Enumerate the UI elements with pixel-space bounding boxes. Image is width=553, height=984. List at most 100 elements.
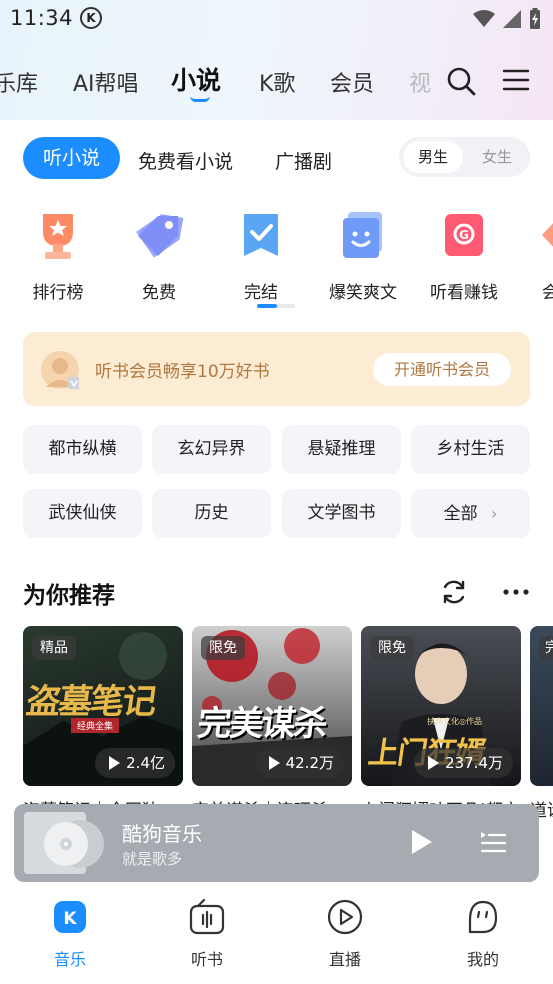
menu-icon[interactable]	[502, 68, 530, 92]
genre-chip[interactable]: 悬疑推理	[282, 425, 401, 474]
tab-karaoke[interactable]: K歌	[259, 66, 295, 98]
cover-title: 盗墓笔记	[23, 682, 158, 722]
category-free[interactable]: 免费	[109, 210, 209, 303]
sub-tab-radio-drama[interactable]: 广播剧	[275, 147, 332, 174]
category-label: 免费	[142, 283, 176, 303]
svg-text:K: K	[63, 909, 77, 929]
genre-chip[interactable]: 文学图书	[282, 489, 401, 538]
battery-icon	[530, 8, 540, 29]
bottom-nav-profile[interactable]: 我的	[443, 898, 523, 970]
tag-icon	[136, 214, 184, 258]
book-badge: 精品	[32, 636, 76, 660]
category-ranking[interactable]: 排行榜	[8, 210, 108, 303]
signal-icon	[503, 10, 521, 28]
gender-toggle[interactable]: 男生 女生	[399, 137, 530, 177]
book-badge: 限免	[201, 636, 245, 660]
tab-video[interactable]: 视	[409, 66, 431, 98]
active-tab-indicator	[190, 96, 210, 102]
search-icon[interactable]	[446, 66, 476, 96]
book-card[interactable]: 完美谋杀 限免 42.2万	[192, 626, 352, 786]
open-membership-button[interactable]: 开通听书会员	[373, 353, 511, 386]
category-label: 完结	[244, 283, 278, 303]
disc-icon	[44, 820, 104, 868]
category-earn[interactable]: G 听看赚钱	[414, 210, 514, 303]
book-card[interactable]: 盗墓笔记 经典全集 精品 2.4亿	[23, 626, 183, 786]
membership-text: 听书会员畅享10万好书	[95, 362, 270, 382]
play-icon	[268, 756, 280, 770]
trophy-icon	[43, 214, 73, 259]
membership-banner[interactable]: 听书会员畅享10万好书 开通听书会员	[23, 332, 530, 406]
genre-chip[interactable]: 武侠仙侠	[23, 489, 142, 538]
bottom-nav-live[interactable]: 直播	[305, 898, 385, 970]
play-count: 237.4万	[414, 748, 513, 778]
tab-vip[interactable]: 会员	[330, 66, 374, 98]
top-nav: 乐库 AI帮唱 小说 K歌 会员 视	[0, 58, 553, 102]
book-card[interactable]: 扶声文化◎作品 上门狂婿 限免 237.4万	[361, 626, 521, 786]
category-scroll-indicator	[257, 304, 295, 308]
app-notification-icon: K	[80, 7, 102, 29]
tab-novel[interactable]: 小说	[171, 61, 221, 97]
play-count-text: 42.2万	[285, 754, 334, 772]
category-label: 排行榜	[32, 283, 84, 303]
mini-player[interactable]: 酷狗音乐 就是歌多	[14, 804, 539, 882]
chevron-right-icon: ›	[491, 504, 498, 523]
playlist-icon[interactable]	[480, 830, 506, 854]
genre-chip[interactable]: 历史	[152, 489, 271, 538]
status-icons	[473, 8, 541, 30]
player-subtitle: 就是歌多	[122, 850, 183, 868]
coin-icon: G	[445, 214, 483, 256]
category-partial[interactable]: 会	[516, 210, 553, 303]
bottom-nav-label: 音乐	[53, 950, 86, 969]
category-funny[interactable]: 爆笑爽文	[313, 210, 413, 303]
cover-title: 完美谋杀	[195, 704, 328, 744]
play-icon	[109, 756, 121, 770]
novel-sub-tabs: 听小说 免费看小说 广播剧 男生 女生	[0, 137, 553, 179]
status-time: 11:34	[10, 6, 74, 30]
cover-subtitle: 扶声文化◎作品	[427, 717, 482, 726]
partial-icon	[542, 223, 553, 247]
book-badge: 完	[539, 636, 553, 660]
category-row: 排行榜 免费 完结 爆笑爽文 G 听看赚钱 会	[0, 210, 553, 303]
category-label: 听看赚钱	[430, 283, 498, 303]
scroll-thumb	[257, 304, 277, 308]
cover-subtitle: 经典全集	[71, 718, 120, 733]
gender-female-option[interactable]: 女生	[467, 141, 527, 173]
category-label: 爆笑爽文	[329, 283, 397, 303]
sub-tab-listen-novel[interactable]: 听小说	[23, 137, 120, 179]
genre-chip[interactable]: 乡村生活	[411, 425, 530, 474]
kugou-k-icon: K	[54, 901, 86, 933]
bottom-nav-audiobook[interactable]: 听书	[167, 898, 247, 970]
live-play-icon	[327, 899, 363, 935]
genre-chip[interactable]: 玄幻异界	[152, 425, 271, 474]
refresh-icon[interactable]	[440, 578, 468, 606]
category-finished[interactable]: 完结	[211, 210, 311, 303]
bottom-nav-label: 我的	[466, 950, 499, 969]
bottom-nav: K 音乐 听书 直播 我的	[0, 890, 553, 984]
genre-chip[interactable]: 都市纵横	[23, 425, 142, 474]
avatar-icon	[46, 358, 80, 389]
bottom-nav-music[interactable]: K 音乐	[30, 898, 110, 970]
sub-tab-free-read[interactable]: 免费看小说	[138, 147, 233, 174]
section-title: 为你推荐	[23, 583, 115, 609]
status-bar: 11:34 K	[0, 0, 553, 38]
play-icon	[428, 756, 440, 770]
wifi-icon	[473, 10, 495, 27]
radio-icon	[189, 898, 225, 935]
player-title: 酷狗音乐	[122, 822, 202, 846]
tab-ai-sing[interactable]: AI帮唱	[73, 66, 139, 98]
smile-card-icon	[343, 212, 382, 258]
genre-chip-all[interactable]: 全部 ›	[411, 489, 530, 538]
play-count: 42.2万	[254, 748, 344, 778]
bottom-nav-label: 听书	[190, 950, 223, 969]
bottom-nav-label: 直播	[328, 950, 361, 969]
book-badge: 限免	[370, 636, 414, 660]
play-count-text: 237.4万	[445, 754, 503, 772]
play-count-text: 2.4亿	[126, 754, 165, 772]
tab-library[interactable]: 乐库	[0, 66, 38, 98]
play-icon[interactable]	[410, 828, 434, 856]
avatar	[41, 351, 80, 389]
book-card[interactable]: 完	[530, 626, 553, 786]
gender-male-option[interactable]: 男生	[403, 141, 463, 173]
more-icon[interactable]	[502, 586, 530, 598]
genre-all-label: 全部	[443, 504, 478, 524]
